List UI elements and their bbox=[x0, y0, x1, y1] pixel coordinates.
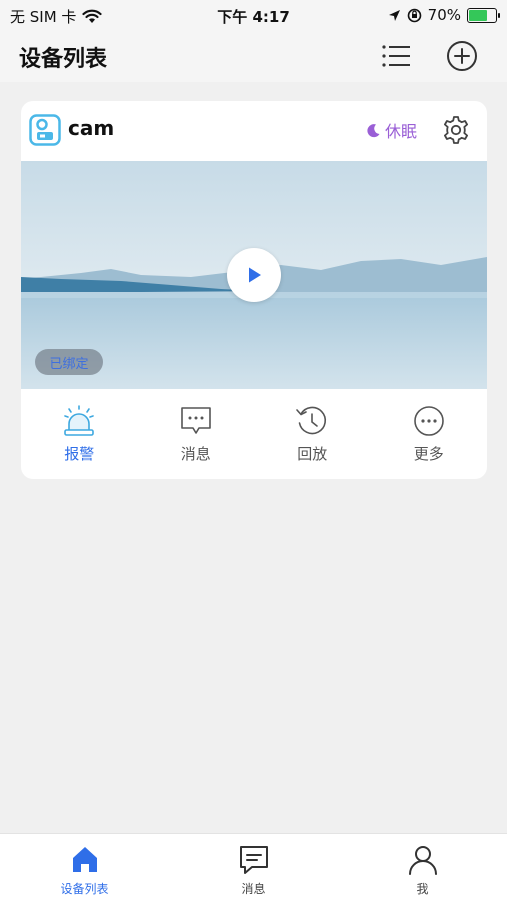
playback-icon bbox=[296, 406, 327, 435]
message-icon bbox=[180, 407, 211, 434]
device-card-header: cam 休眠 bbox=[21, 101, 487, 159]
action-label: 报警 bbox=[64, 445, 95, 463]
user-icon bbox=[408, 846, 437, 875]
list-view-button[interactable] bbox=[380, 40, 412, 72]
more-icon bbox=[413, 406, 444, 436]
tab-label: 我 bbox=[416, 882, 429, 896]
home-icon bbox=[72, 847, 97, 872]
battery-icon bbox=[467, 7, 500, 23]
device-card[interactable]: cam 休眠 已绑定 报警 消息 回放 更多 bbox=[21, 101, 487, 479]
message-icon bbox=[239, 846, 268, 874]
moon-icon bbox=[367, 123, 380, 137]
battery-level bbox=[469, 9, 488, 21]
tab-label: 设备列表 bbox=[60, 882, 109, 896]
camera-device-icon bbox=[29, 114, 61, 146]
settings-gear-icon[interactable] bbox=[441, 115, 471, 145]
alarm-icon bbox=[64, 405, 95, 436]
tab-me[interactable]: 我 bbox=[338, 834, 507, 900]
tab-messages[interactable]: 消息 bbox=[169, 834, 338, 900]
play-icon bbox=[249, 267, 261, 283]
plus-circle-icon bbox=[447, 41, 477, 71]
message-action[interactable]: 消息 bbox=[138, 391, 255, 479]
action-label: 更多 bbox=[413, 445, 444, 463]
sleep-label: 休眠 bbox=[385, 122, 418, 141]
bound-status-badge: 已绑定 bbox=[35, 349, 103, 375]
action-label: 消息 bbox=[180, 445, 211, 463]
device-name: cam bbox=[68, 116, 115, 140]
orientation-lock-icon bbox=[407, 8, 421, 22]
play-button[interactable] bbox=[227, 248, 281, 302]
playback-action[interactable]: 回放 bbox=[254, 391, 371, 479]
page-title: 设备列表 bbox=[19, 47, 108, 72]
status-right: 70% bbox=[388, 6, 500, 24]
device-actions: 报警 消息 回放 更多 bbox=[21, 391, 487, 479]
action-label: 回放 bbox=[297, 445, 328, 463]
more-action[interactable]: 更多 bbox=[371, 391, 488, 479]
location-arrow-icon bbox=[388, 9, 400, 21]
video-preview[interactable]: 已绑定 bbox=[21, 161, 487, 389]
nav-bar: 设备列表 bbox=[0, 30, 507, 82]
tab-device-list[interactable]: 设备列表 bbox=[0, 834, 169, 900]
tab-bar: 设备列表 消息 我 bbox=[0, 833, 507, 900]
battery-percent: 70% bbox=[427, 6, 461, 24]
add-device-button[interactable] bbox=[446, 40, 478, 72]
status-bar: 无 SIM 卡 下午 4:17 70% bbox=[0, 0, 507, 30]
alarm-action[interactable]: 报警 bbox=[21, 391, 138, 479]
tab-label: 消息 bbox=[241, 882, 266, 896]
list-icon bbox=[382, 45, 410, 67]
sleep-toggle[interactable]: 休眠 bbox=[366, 118, 417, 142]
